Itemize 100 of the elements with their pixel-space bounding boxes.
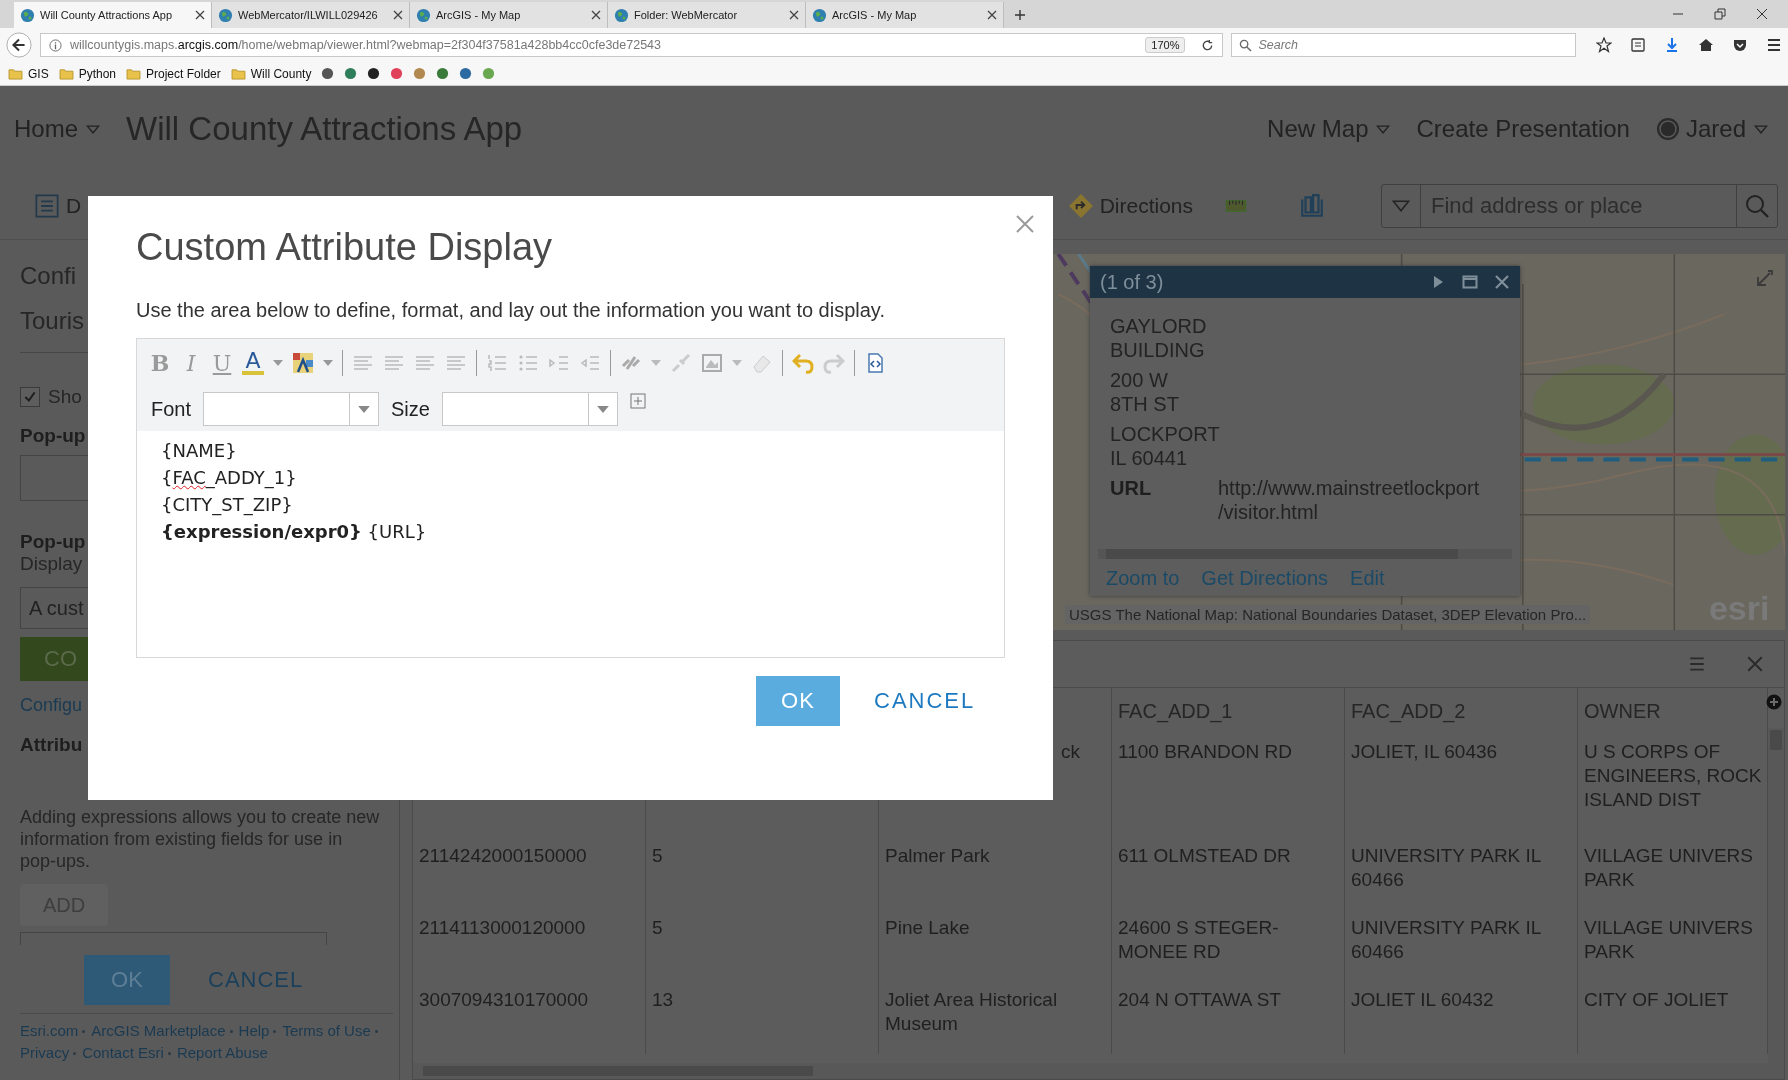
field-label: Pop-up bbox=[20, 425, 86, 447]
popup-action-link[interactable]: Edit bbox=[1350, 567, 1385, 590]
avatar-icon[interactable] bbox=[1655, 117, 1680, 141]
close-icon[interactable] bbox=[987, 10, 997, 20]
undo-icon[interactable] bbox=[792, 352, 814, 374]
directions-icon[interactable] bbox=[1067, 192, 1094, 219]
details-icon[interactable] bbox=[34, 192, 60, 219]
restore-icon[interactable] bbox=[1714, 8, 1726, 20]
footer-link[interactable]: Help bbox=[238, 1022, 270, 1039]
caret-icon bbox=[86, 124, 101, 134]
table-cell: UNIVERSITY PARK IL 60466 bbox=[1351, 845, 1542, 890]
highlight-icon[interactable] bbox=[292, 352, 314, 374]
expand-toolbar-icon[interactable] bbox=[629, 393, 646, 409]
globe-icon bbox=[614, 7, 629, 23]
cancel-button[interactable]: CANCEL bbox=[874, 688, 976, 714]
italic-button[interactable]: I bbox=[180, 350, 202, 376]
zoom-level[interactable]: 170% bbox=[1145, 37, 1186, 53]
new-map-menu[interactable]: New Map bbox=[1267, 115, 1391, 143]
info-icon[interactable] bbox=[49, 38, 62, 52]
details-tab[interactable]: D bbox=[66, 193, 82, 218]
size-label: Size bbox=[391, 397, 430, 421]
field-label: URL bbox=[1110, 476, 1153, 501]
close-icon[interactable] bbox=[1494, 274, 1510, 290]
back-icon[interactable] bbox=[6, 32, 32, 58]
text-color-button[interactable]: A bbox=[242, 351, 264, 375]
pocket-icon[interactable] bbox=[1732, 37, 1748, 53]
directions-button[interactable]: Directions bbox=[1099, 193, 1193, 218]
bookmark-folder[interactable]: GIS bbox=[8, 66, 49, 81]
download-icon[interactable] bbox=[1664, 37, 1680, 53]
popup-action-link[interactable]: Get Directions bbox=[1201, 567, 1329, 590]
configure-link[interactable]: Configu bbox=[20, 695, 83, 716]
close-icon[interactable] bbox=[393, 10, 403, 20]
browser-tab[interactable]: ArcGIS - My Map bbox=[410, 2, 608, 28]
table-cell: 204 N OTTAWA ST bbox=[1118, 989, 1281, 1010]
globe-icon bbox=[20, 7, 35, 23]
site-icon[interactable] bbox=[367, 67, 381, 80]
caret-icon[interactable] bbox=[323, 360, 333, 366]
caret-icon[interactable] bbox=[732, 360, 742, 366]
popup-text: LOCKPORT bbox=[1110, 422, 1221, 446]
underline-button[interactable]: U bbox=[211, 350, 233, 376]
popup-action-link[interactable]: Zoom to bbox=[1106, 567, 1180, 590]
reload-icon[interactable] bbox=[1201, 38, 1215, 52]
caret-icon[interactable] bbox=[651, 360, 661, 366]
search-field[interactable]: Search bbox=[1231, 33, 1576, 57]
browser-tab[interactable]: Will County Attractions App bbox=[14, 2, 212, 28]
rich-text-editor[interactable]: B I U A Font Size {NAME} {FAC_ADDY_1} {CITY_ST_ZIP} {expression/expr0} {URL} bbox=[136, 338, 1005, 658]
bookmark-folder[interactable]: Will County bbox=[230, 66, 312, 81]
address-field[interactable]: willcountygis.maps.arcgis.com/home/webmap/viewer.html?webmap=2f304f37581a428bb4cc0cfe3de72543 170% bbox=[40, 33, 1224, 57]
close-icon[interactable] bbox=[789, 10, 799, 20]
table-cell: 5 bbox=[652, 917, 663, 938]
unlink-icon[interactable] bbox=[670, 352, 692, 374]
popup-text: 200 W bbox=[1110, 368, 1169, 392]
footer-link[interactable]: Privacy bbox=[20, 1044, 70, 1061]
expand-icon[interactable] bbox=[1755, 268, 1776, 288]
font-select[interactable] bbox=[203, 392, 380, 426]
table-cell: 1100 BRANDON RD bbox=[1118, 741, 1292, 762]
browser-tab[interactable]: ArcGIS - My Map bbox=[806, 2, 1004, 28]
size-select[interactable] bbox=[441, 392, 618, 426]
bold-button[interactable]: B bbox=[149, 350, 171, 376]
footer-link[interactable]: Report Abuse bbox=[176, 1044, 268, 1061]
browser-tab[interactable]: Folder: WebMercator bbox=[608, 2, 806, 28]
bookmark-icon[interactable] bbox=[1299, 192, 1325, 219]
image-icon[interactable] bbox=[701, 352, 723, 374]
footer-link[interactable]: Contact Esri bbox=[82, 1044, 164, 1061]
cancel-button[interactable]: CANCEL bbox=[208, 967, 304, 993]
footer-link[interactable]: Esri.com bbox=[20, 1022, 79, 1039]
close-icon[interactable] bbox=[195, 10, 205, 20]
bookmark-folder[interactable]: Project Folder bbox=[126, 66, 221, 81]
create-presentation-link[interactable]: Create Presentation bbox=[1416, 115, 1630, 143]
caret-icon[interactable] bbox=[273, 360, 283, 366]
url-text: willcountygis.maps.arcgis.com/home/webmap/viewer.html?webmap=2f304f37581a428bb4cc0cfe3de72543 bbox=[70, 38, 661, 52]
table-cell: 611 OLMSTEAD DR bbox=[1118, 845, 1291, 866]
table-cell: ck bbox=[1061, 741, 1080, 762]
close-icon[interactable] bbox=[1756, 8, 1768, 20]
dialog-description: Use the area below to define, format, and lay out the information you want to display. bbox=[136, 299, 886, 322]
home-icon[interactable] bbox=[1698, 37, 1714, 53]
footer-link[interactable]: ArcGIS Marketplace bbox=[91, 1022, 226, 1039]
folder-icon bbox=[126, 67, 142, 80]
numbered-list-icon[interactable] bbox=[486, 352, 508, 374]
url-text: http://www.mainstreetlockport bbox=[1218, 476, 1480, 500]
reading-list-icon[interactable] bbox=[1630, 37, 1646, 53]
table-cell: 5 bbox=[652, 845, 663, 866]
home-menu[interactable]: Home bbox=[14, 115, 101, 143]
site-icon[interactable] bbox=[321, 67, 335, 80]
plus-icon[interactable] bbox=[1014, 9, 1026, 21]
close-icon[interactable] bbox=[591, 10, 601, 20]
star-icon[interactable] bbox=[1596, 37, 1612, 53]
bookmark-folder[interactable]: Python bbox=[58, 66, 117, 81]
maximize-icon[interactable] bbox=[1462, 274, 1478, 290]
browser-tab[interactable]: WebMercator/ILWILL029426 bbox=[212, 2, 410, 28]
redo-icon[interactable] bbox=[823, 352, 845, 374]
plus-icon[interactable] bbox=[1766, 694, 1783, 710]
checkbox[interactable] bbox=[20, 387, 40, 407]
ok-button[interactable]: OK bbox=[756, 676, 840, 726]
menu-icon[interactable] bbox=[1766, 37, 1782, 53]
search-icon bbox=[1239, 38, 1253, 52]
table-cell: JOLIET, IL 60436 bbox=[1351, 741, 1498, 762]
user-menu[interactable]: Jared bbox=[1685, 115, 1768, 143]
footer-link[interactable]: Terms of Use bbox=[282, 1022, 371, 1039]
url-text: /visitor.html bbox=[1218, 500, 1320, 524]
